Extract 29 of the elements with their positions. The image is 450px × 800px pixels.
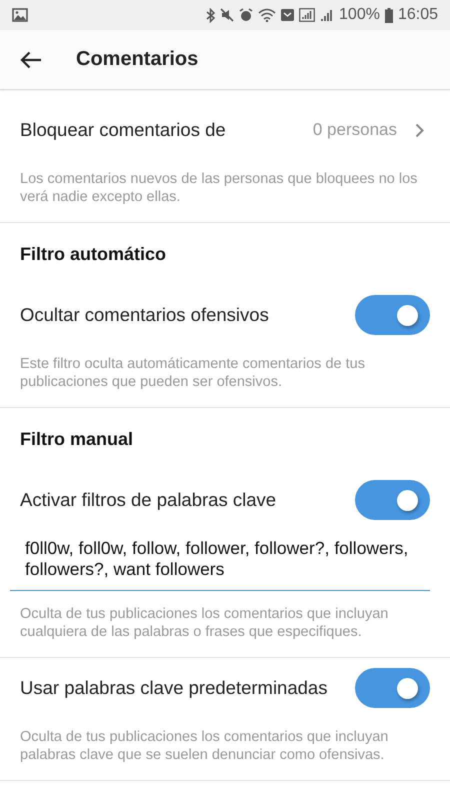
screen-title: Comentarios — [76, 48, 198, 71]
setting-label: Activar filtros de palabras clave — [20, 489, 278, 511]
section-heading: Filtro automático — [19, 243, 168, 266]
alarm-icon — [239, 8, 254, 22]
signal-icon — [299, 8, 316, 22]
setting-description: Este filtro oculta automáticamente comentarios de tus publicaciones que pueden ser ofensivos. — [19, 355, 366, 392]
back-icon[interactable] — [20, 50, 42, 68]
message-icon — [281, 9, 294, 21]
clock: 16:05 — [398, 6, 438, 24]
mute-icon — [220, 8, 234, 22]
setting-label: Usar palabras clave predeterminadas — [20, 677, 328, 699]
setting-value: 0 personas — [312, 120, 397, 140]
wifi-icon — [258, 8, 276, 22]
setting-label: Ocultar comentarios ofensivos — [20, 304, 270, 326]
chevron-right-icon[interactable] — [415, 122, 424, 138]
signal-icon — [320, 8, 334, 22]
toggle-switch[interactable] — [355, 668, 430, 708]
setting-description: Oculta de tus publicaciones los comentarios que incluyan cualquiera de las palabras o frases que especifiques. — [19, 605, 390, 642]
section-heading: Filtro manual — [19, 428, 134, 451]
setting-description: Los comentarios nuevos de las personas que bloquees no los verá nadie excepto ellas. — [19, 170, 418, 207]
bluetooth-icon — [206, 8, 216, 22]
battery-icon — [384, 8, 393, 22]
setting-label: Bloquear comentarios de — [20, 119, 227, 141]
setting-description: Oculta de tus publicaciones los comentarios que incluyan palabras clave que se suelen denunciar como ofensivas. — [19, 728, 390, 765]
toggle-switch[interactable] — [355, 480, 430, 520]
image-icon — [12, 8, 28, 22]
keywords-field[interactable]: f0ll0w, foll0w, follow, follower, follower?, followers, followers?, want followers — [10, 534, 430, 591]
toggle-switch[interactable] — [355, 295, 430, 335]
battery-percent: 100% — [339, 6, 380, 24]
